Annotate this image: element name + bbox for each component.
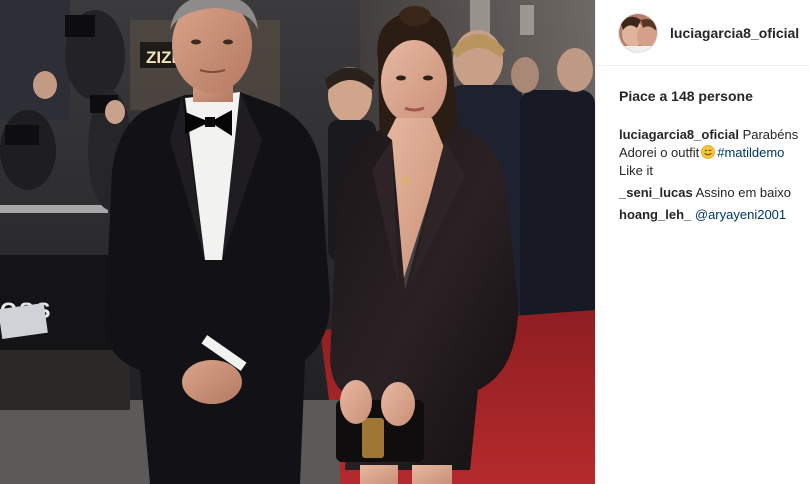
caption-username[interactable]: luciagarcia8_oficial — [619, 127, 739, 142]
caption-text-line2: Adorei o outfit — [619, 145, 700, 160]
caption-hashtag[interactable]: #matildemo — [717, 145, 784, 160]
likes-count[interactable]: Piace a 148 persone — [619, 88, 753, 104]
background-sign-zizi: ZIZI — [146, 48, 176, 67]
avatar[interactable] — [618, 12, 658, 53]
comment-mention[interactable]: @aryayeni2001 — [695, 207, 786, 222]
comment-text: Assino em baixo — [695, 185, 792, 200]
red-carpet-photo: ZIZI OSS — [0, 0, 595, 484]
comment-item: _seni_lucas Assino em baixo — [619, 184, 809, 202]
instagram-post-view: ZIZI OSS — [0, 0, 809, 484]
caption: luciagarcia8_oficial Parabéns Adorei o o… — [619, 126, 809, 180]
comments-list: luciagarcia8_oficial Parabéns Adorei o o… — [619, 126, 809, 224]
comment-username[interactable]: _seni_lucas — [619, 185, 693, 200]
post-header: luciagarcia8_oficial — [596, 0, 809, 66]
comment-item: hoang_leh_ @aryayeni2001 — [619, 206, 809, 224]
post-author-username[interactable]: luciagarcia8_oficial — [670, 25, 799, 41]
caption-text-line1: Parabéns — [742, 127, 799, 142]
post-sidebar: luciagarcia8_oficial Piace a 148 persone… — [595, 0, 809, 484]
post-photo[interactable]: ZIZI OSS — [0, 0, 595, 484]
caption-text-line3: Like it — [619, 163, 653, 178]
avatar-image — [619, 13, 657, 52]
comment-username[interactable]: hoang_leh_ — [619, 207, 691, 222]
winking-face-icon — [701, 145, 716, 159]
